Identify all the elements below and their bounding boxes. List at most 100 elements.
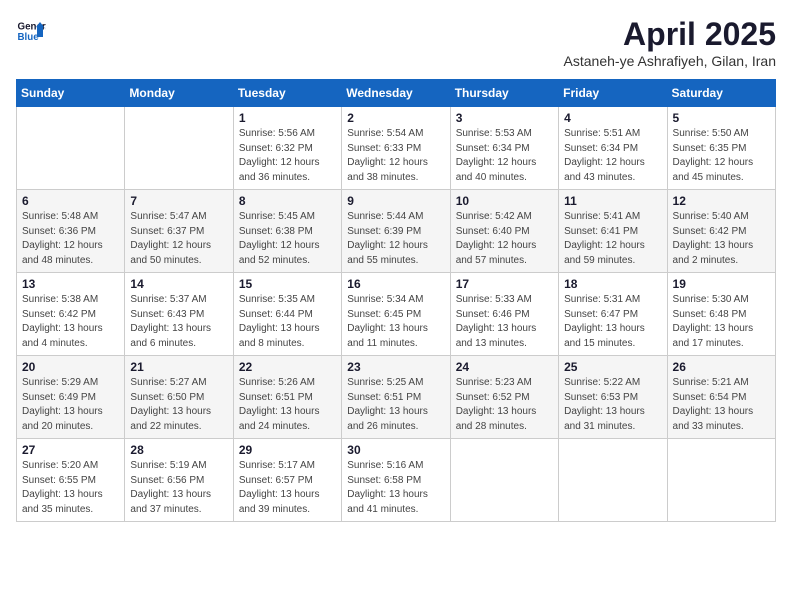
day-number: 11 xyxy=(564,194,661,208)
calendar-week-row: 13 Sunrise: 5:38 AM Sunset: 6:42 PM Dayli… xyxy=(17,273,776,356)
page-header: General Blue April 2025 Astaneh-ye Ashra… xyxy=(16,16,776,69)
calendar-week-row: 6 Sunrise: 5:48 AM Sunset: 6:36 PM Daylig… xyxy=(17,190,776,273)
calendar-cell: 6 Sunrise: 5:48 AM Sunset: 6:36 PM Daylig… xyxy=(17,190,125,273)
page-subtitle: Astaneh-ye Ashrafiyeh, Gilan, Iran xyxy=(564,53,776,69)
calendar-cell: 19 Sunrise: 5:30 AM Sunset: 6:48 PM Dayli… xyxy=(667,273,775,356)
day-number: 24 xyxy=(456,360,553,374)
day-info: Sunrise: 5:22 AM Sunset: 6:53 PM Dayligh… xyxy=(564,376,661,434)
calendar-cell: 29 Sunrise: 5:17 AM Sunset: 6:57 PM Dayli… xyxy=(233,439,341,522)
day-number: 7 xyxy=(130,194,227,208)
calendar-cell: 24Sunrise: 5:23 AM Sunset: 6:52 PM Dayli… xyxy=(450,356,558,439)
day-number: 29 xyxy=(239,443,336,457)
day-info: Sunrise: 5:25 AM Sunset: 6:51 PM Dayligh… xyxy=(347,376,444,434)
calendar-table: SundayMondayTuesdayWednesdayThursdayFrid… xyxy=(16,79,776,522)
calendar-cell: 3 Sunrise: 5:53 AM Sunset: 6:34 PM Daylig… xyxy=(450,107,558,190)
day-number: 18 xyxy=(564,277,661,291)
calendar-cell: 17Sunrise: 5:33 AM Sunset: 6:46 PM Dayli… xyxy=(450,273,558,356)
day-number: 22 xyxy=(239,360,336,374)
day-info: Sunrise: 5:38 AM Sunset: 6:42 PM Dayligh… xyxy=(22,293,119,351)
day-number: 23 xyxy=(347,360,444,374)
calendar-week-row: 1 Sunrise: 5:56 AM Sunset: 6:32 PM Daylig… xyxy=(17,107,776,190)
day-number: 13 xyxy=(22,277,119,291)
day-info: Sunrise: 5:37 AM Sunset: 6:43 PM Dayligh… xyxy=(130,293,227,351)
day-number: 4 xyxy=(564,111,661,125)
calendar-week-row: 20Sunrise: 5:29 AM Sunset: 6:49 PM Dayli… xyxy=(17,356,776,439)
logo-icon: General Blue xyxy=(16,16,46,46)
day-number: 10 xyxy=(456,194,553,208)
day-info: Sunrise: 5:21 AM Sunset: 6:54 PM Dayligh… xyxy=(673,376,770,434)
day-number: 12 xyxy=(673,194,770,208)
day-number: 15 xyxy=(239,277,336,291)
weekday-header: Wednesday xyxy=(342,80,450,107)
day-info: Sunrise: 5:42 AM Sunset: 6:40 PM Dayligh… xyxy=(456,210,553,268)
calendar-cell: 28 Sunrise: 5:19 AM Sunset: 6:56 PM Dayli… xyxy=(125,439,233,522)
calendar-cell: 16 Sunrise: 5:34 AM Sunset: 6:45 PM Dayli… xyxy=(342,273,450,356)
calendar-cell xyxy=(450,439,558,522)
calendar-cell: 5 Sunrise: 5:50 AM Sunset: 6:35 PM Daylig… xyxy=(667,107,775,190)
calendar-header-row: SundayMondayTuesdayWednesdayThursdayFrid… xyxy=(17,80,776,107)
calendar-cell: 11 Sunrise: 5:41 AM Sunset: 6:41 PM Dayli… xyxy=(559,190,667,273)
day-number: 16 xyxy=(347,277,444,291)
day-info: Sunrise: 5:45 AM Sunset: 6:38 PM Dayligh… xyxy=(239,210,336,268)
day-info: Sunrise: 5:41 AM Sunset: 6:41 PM Dayligh… xyxy=(564,210,661,268)
day-number: 25 xyxy=(564,360,661,374)
calendar-cell: 18 Sunrise: 5:31 AM Sunset: 6:47 PM Dayli… xyxy=(559,273,667,356)
weekday-header: Sunday xyxy=(17,80,125,107)
day-number: 9 xyxy=(347,194,444,208)
day-info: Sunrise: 5:40 AM Sunset: 6:42 PM Dayligh… xyxy=(673,210,770,268)
day-info: Sunrise: 5:48 AM Sunset: 6:36 PM Dayligh… xyxy=(22,210,119,268)
calendar-cell xyxy=(667,439,775,522)
day-info: Sunrise: 5:44 AM Sunset: 6:39 PM Dayligh… xyxy=(347,210,444,268)
day-number: 27 xyxy=(22,443,119,457)
day-info: Sunrise: 5:51 AM Sunset: 6:34 PM Dayligh… xyxy=(564,127,661,185)
day-number: 14 xyxy=(130,277,227,291)
weekday-header: Thursday xyxy=(450,80,558,107)
calendar-cell: 21Sunrise: 5:27 AM Sunset: 6:50 PM Dayli… xyxy=(125,356,233,439)
weekday-header: Friday xyxy=(559,80,667,107)
weekday-header: Saturday xyxy=(667,80,775,107)
day-info: Sunrise: 5:31 AM Sunset: 6:47 PM Dayligh… xyxy=(564,293,661,351)
weekday-header: Monday xyxy=(125,80,233,107)
day-info: Sunrise: 5:56 AM Sunset: 6:32 PM Dayligh… xyxy=(239,127,336,185)
day-number: 20 xyxy=(22,360,119,374)
day-number: 26 xyxy=(673,360,770,374)
calendar-cell: 22 Sunrise: 5:26 AM Sunset: 6:51 PM Dayli… xyxy=(233,356,341,439)
calendar-cell xyxy=(559,439,667,522)
calendar-cell: 4 Sunrise: 5:51 AM Sunset: 6:34 PM Daylig… xyxy=(559,107,667,190)
title-area: April 2025 Astaneh-ye Ashrafiyeh, Gilan,… xyxy=(564,16,776,69)
day-number: 28 xyxy=(130,443,227,457)
day-info: Sunrise: 5:16 AM Sunset: 6:58 PM Dayligh… xyxy=(347,459,444,517)
day-info: Sunrise: 5:54 AM Sunset: 6:33 PM Dayligh… xyxy=(347,127,444,185)
calendar-cell xyxy=(17,107,125,190)
day-info: Sunrise: 5:47 AM Sunset: 6:37 PM Dayligh… xyxy=(130,210,227,268)
day-info: Sunrise: 5:26 AM Sunset: 6:51 PM Dayligh… xyxy=(239,376,336,434)
day-info: Sunrise: 5:35 AM Sunset: 6:44 PM Dayligh… xyxy=(239,293,336,351)
day-info: Sunrise: 5:53 AM Sunset: 6:34 PM Dayligh… xyxy=(456,127,553,185)
calendar-cell: 10 Sunrise: 5:42 AM Sunset: 6:40 PM Dayli… xyxy=(450,190,558,273)
day-info: Sunrise: 5:30 AM Sunset: 6:48 PM Dayligh… xyxy=(673,293,770,351)
day-info: Sunrise: 5:34 AM Sunset: 6:45 PM Dayligh… xyxy=(347,293,444,351)
day-number: 30 xyxy=(347,443,444,457)
day-number: 19 xyxy=(673,277,770,291)
calendar-cell: 2 Sunrise: 5:54 AM Sunset: 6:33 PM Daylig… xyxy=(342,107,450,190)
day-number: 8 xyxy=(239,194,336,208)
day-info: Sunrise: 5:17 AM Sunset: 6:57 PM Dayligh… xyxy=(239,459,336,517)
day-number: 3 xyxy=(456,111,553,125)
calendar-week-row: 27 Sunrise: 5:20 AM Sunset: 6:55 PM Dayli… xyxy=(17,439,776,522)
day-number: 2 xyxy=(347,111,444,125)
day-number: 6 xyxy=(22,194,119,208)
page-title: April 2025 xyxy=(564,16,776,53)
calendar-cell: 26 Sunrise: 5:21 AM Sunset: 6:54 PM Dayli… xyxy=(667,356,775,439)
calendar-cell: 13 Sunrise: 5:38 AM Sunset: 6:42 PM Dayli… xyxy=(17,273,125,356)
day-info: Sunrise: 5:50 AM Sunset: 6:35 PM Dayligh… xyxy=(673,127,770,185)
calendar-cell: 14 Sunrise: 5:37 AM Sunset: 6:43 PM Dayli… xyxy=(125,273,233,356)
day-info: Sunrise: 5:20 AM Sunset: 6:55 PM Dayligh… xyxy=(22,459,119,517)
day-number: 5 xyxy=(673,111,770,125)
day-number: 1 xyxy=(239,111,336,125)
day-info: Sunrise: 5:27 AM Sunset: 6:50 PM Dayligh… xyxy=(130,376,227,434)
calendar-cell: 30 Sunrise: 5:16 AM Sunset: 6:58 PM Dayli… xyxy=(342,439,450,522)
day-info: Sunrise: 5:33 AM Sunset: 6:46 PM Dayligh… xyxy=(456,293,553,351)
day-info: Sunrise: 5:19 AM Sunset: 6:56 PM Dayligh… xyxy=(130,459,227,517)
weekday-header: Tuesday xyxy=(233,80,341,107)
svg-text:Blue: Blue xyxy=(18,32,40,43)
